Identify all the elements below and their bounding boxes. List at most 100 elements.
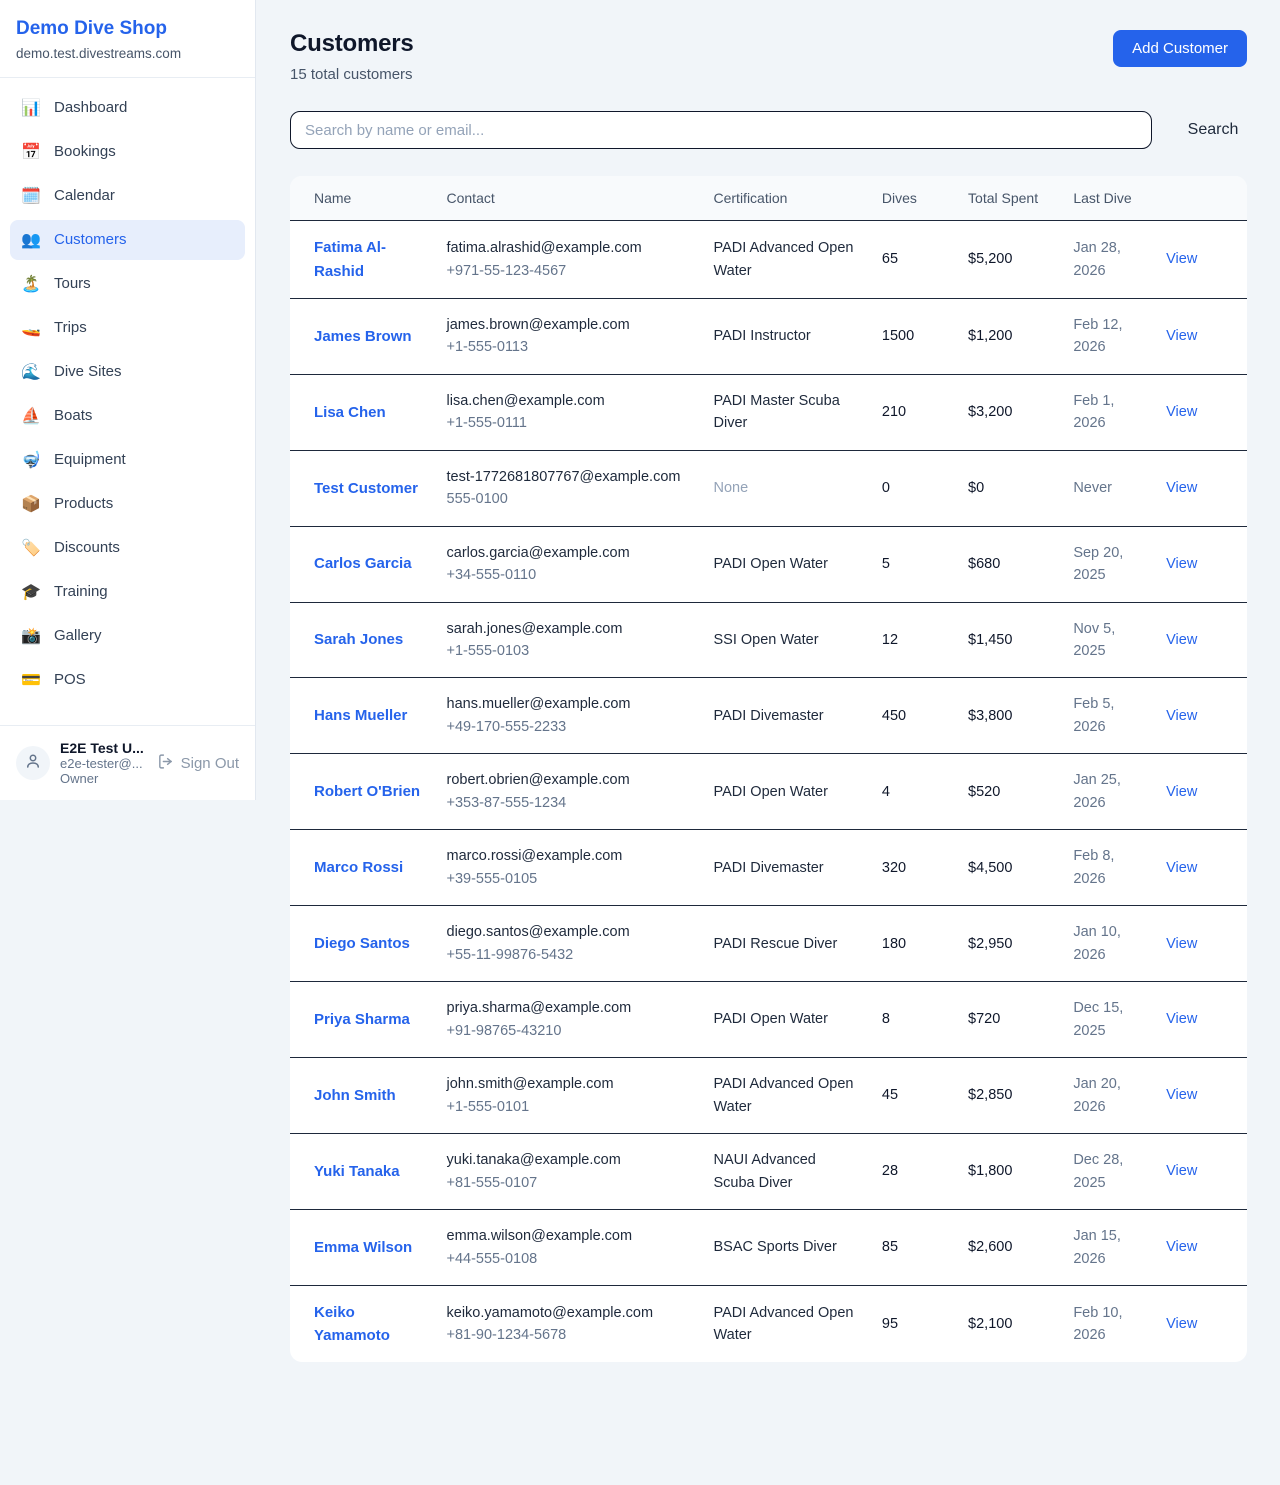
customer-name-link[interactable]: Keiko Yamamoto xyxy=(314,1304,390,1344)
customer-name-link[interactable]: Robert O'Brien xyxy=(314,783,420,800)
equipment-icon: 🤿 xyxy=(20,450,42,470)
sidebar-item-dive-sites[interactable]: 🌊Dive Sites xyxy=(10,352,245,392)
customer-email: emma.wilson@example.com xyxy=(447,1225,690,1247)
table-row: Yuki Tanaka yuki.tanaka@example.com +81-… xyxy=(290,1134,1247,1210)
column-header-name: Name xyxy=(290,176,435,221)
table-row: Robert O'Brien robert.obrien@example.com… xyxy=(290,754,1247,830)
sidebar-item-products[interactable]: 📦Products xyxy=(10,484,245,524)
customer-count: 15 total customers xyxy=(290,66,414,83)
sidebar-header: Demo Dive Shop demo.test.divestreams.com xyxy=(0,0,255,78)
view-link[interactable]: View xyxy=(1166,1163,1197,1179)
view-link[interactable]: View xyxy=(1166,328,1197,344)
customer-name-link[interactable]: James Brown xyxy=(314,328,412,345)
table-row: Emma Wilson emma.wilson@example.com +44-… xyxy=(290,1210,1247,1286)
customer-last-dive: Jan 25, 2026 xyxy=(1073,772,1121,810)
customer-total-spent: $1,800 xyxy=(968,1163,1012,1179)
view-link[interactable]: View xyxy=(1166,480,1197,496)
customer-name-link[interactable]: John Smith xyxy=(314,1087,396,1104)
customer-last-dive: Jan 28, 2026 xyxy=(1073,240,1121,278)
column-header-total-spent: Total Spent xyxy=(956,176,1061,221)
sidebar-item-calendar[interactable]: 🗓️Calendar xyxy=(10,176,245,216)
customer-name-link[interactable]: Test Customer xyxy=(314,480,418,497)
tours-icon: 🏝️ xyxy=(20,274,42,294)
shop-title: Demo Dive Shop xyxy=(16,18,239,41)
search-input[interactable] xyxy=(290,111,1152,149)
customer-total-spent: $3,800 xyxy=(968,708,1012,724)
sidebar-item-label: Dashboard xyxy=(54,99,127,116)
customer-name-link[interactable]: Priya Sharma xyxy=(314,1011,410,1028)
view-link[interactable]: View xyxy=(1166,404,1197,420)
table-row: Sarah Jones sarah.jones@example.com +1-5… xyxy=(290,602,1247,678)
customer-last-dive: Dec 15, 2025 xyxy=(1073,1000,1123,1038)
sidebar-item-equipment[interactable]: 🤿Equipment xyxy=(10,440,245,480)
customer-certification: NAUI Advanced Scuba Diver xyxy=(714,1152,816,1190)
table-row: Diego Santos diego.santos@example.com +5… xyxy=(290,906,1247,982)
view-link[interactable]: View xyxy=(1166,1087,1197,1103)
sidebar-item-dashboard[interactable]: 📊 Dashboard xyxy=(10,88,245,128)
customer-certification: PADI Rescue Diver xyxy=(714,936,838,952)
view-link[interactable]: View xyxy=(1166,251,1197,267)
customer-certification: PADI Open Water xyxy=(714,1011,828,1027)
customer-last-dive: Feb 12, 2026 xyxy=(1073,317,1122,355)
customer-email: yuki.tanaka@example.com xyxy=(447,1149,690,1171)
view-link[interactable]: View xyxy=(1166,708,1197,724)
view-link[interactable]: View xyxy=(1166,860,1197,876)
table-row: Marco Rossi marco.rossi@example.com +39-… xyxy=(290,830,1247,906)
customer-dives: 28 xyxy=(882,1163,898,1179)
page-header: Customers 15 total customers Add Custome… xyxy=(290,30,1247,83)
customer-last-dive: Jan 20, 2026 xyxy=(1073,1076,1121,1114)
customer-name-link[interactable]: Fatima Al-Rashid xyxy=(314,239,386,279)
add-customer-button[interactable]: Add Customer xyxy=(1113,30,1247,67)
view-link[interactable]: View xyxy=(1166,632,1197,648)
customer-last-dive: Sep 20, 2025 xyxy=(1073,545,1123,583)
table-row: Lisa Chen lisa.chen@example.com +1-555-0… xyxy=(290,374,1247,450)
view-link[interactable]: View xyxy=(1166,936,1197,952)
column-header-contact: Contact xyxy=(435,176,702,221)
sidebar-item-tours[interactable]: 🏝️Tours xyxy=(10,264,245,304)
page-title: Customers xyxy=(290,30,414,58)
sign-out-button[interactable]: Sign Out xyxy=(157,753,239,774)
customer-email: james.brown@example.com xyxy=(447,314,690,336)
table-row: Carlos Garcia carlos.garcia@example.com … xyxy=(290,526,1247,602)
column-header-last-dive: Last Dive xyxy=(1061,176,1154,221)
search-button[interactable]: Search xyxy=(1179,121,1247,139)
view-link[interactable]: View xyxy=(1166,1011,1197,1027)
customer-name-link[interactable]: Lisa Chen xyxy=(314,404,386,421)
customer-total-spent: $2,100 xyxy=(968,1316,1012,1332)
customer-name-link[interactable]: Sarah Jones xyxy=(314,631,403,648)
pos-icon: 💳 xyxy=(20,670,42,690)
customer-name-link[interactable]: Diego Santos xyxy=(314,935,410,952)
customer-total-spent: $520 xyxy=(968,784,1000,800)
customer-certification: SSI Open Water xyxy=(714,632,819,648)
sidebar-item-label: Boats xyxy=(54,407,92,424)
dashboard-icon: 📊 xyxy=(20,98,42,118)
customer-name-link[interactable]: Marco Rossi xyxy=(314,859,403,876)
customer-name-link[interactable]: Emma Wilson xyxy=(314,1239,412,1256)
customer-name-link[interactable]: Hans Mueller xyxy=(314,707,407,724)
boats-icon: ⛵ xyxy=(20,406,42,426)
sidebar-item-pos[interactable]: 💳POS xyxy=(10,660,245,700)
sidebar-item-gallery[interactable]: 📸Gallery xyxy=(10,616,245,656)
customer-email: fatima.alrashid@example.com xyxy=(447,237,690,259)
table-row: Test Customer test-1772681807767@example… xyxy=(290,450,1247,526)
customer-last-dive: Feb 1, 2026 xyxy=(1073,393,1114,431)
sidebar-item-bookings[interactable]: 📅Bookings xyxy=(10,132,245,172)
trips-icon: 🚤 xyxy=(20,318,42,338)
sidebar-item-customers[interactable]: 👥Customers xyxy=(10,220,245,260)
view-link[interactable]: View xyxy=(1166,1239,1197,1255)
view-link[interactable]: View xyxy=(1166,556,1197,572)
customer-phone: +1-555-0101 xyxy=(447,1096,690,1118)
customer-email: sarah.jones@example.com xyxy=(447,618,690,640)
sidebar-item-trips[interactable]: 🚤Trips xyxy=(10,308,245,348)
customer-name-link[interactable]: Yuki Tanaka xyxy=(314,1163,400,1180)
table-row: Fatima Al-Rashid fatima.alrashid@example… xyxy=(290,221,1247,299)
view-link[interactable]: View xyxy=(1166,784,1197,800)
customer-phone: +39-555-0105 xyxy=(447,868,690,890)
view-link[interactable]: View xyxy=(1166,1316,1197,1332)
customer-certification: PADI Divemaster xyxy=(714,860,824,876)
sidebar-item-boats[interactable]: ⛵ Boats xyxy=(10,396,245,436)
sidebar-item-discounts[interactable]: 🏷️Discounts xyxy=(10,528,245,568)
customer-name-link[interactable]: Carlos Garcia xyxy=(314,555,412,572)
sidebar-item-training[interactable]: 🎓Training xyxy=(10,572,245,612)
customer-total-spent: $1,450 xyxy=(968,632,1012,648)
